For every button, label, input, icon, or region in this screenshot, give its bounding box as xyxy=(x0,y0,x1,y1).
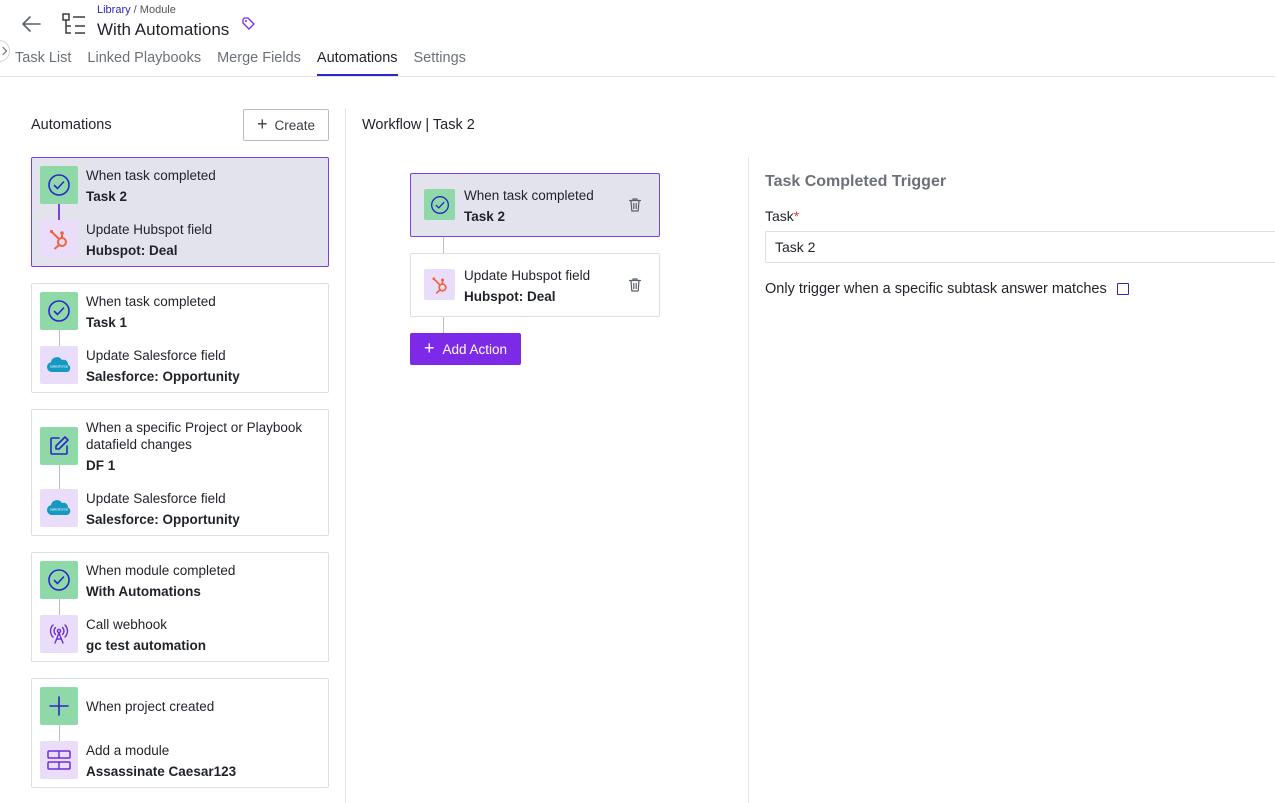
automation-card[interactable]: When task completed Task 2 Update Hubspo… xyxy=(31,157,329,267)
create-automation-button[interactable]: + Create xyxy=(243,109,329,141)
trigger-text: When task completed Task 1 xyxy=(86,293,320,331)
trigger-text: When module completed With Automations xyxy=(86,562,320,600)
trigger-title: When a specific Project or Playbook data… xyxy=(86,420,303,452)
check-circle-icon xyxy=(40,292,78,330)
action-title: Add a module xyxy=(86,743,170,758)
automation-card[interactable]: When a specific Project or Playbook data… xyxy=(31,409,329,536)
action-text: Call webhook gc test automation xyxy=(86,616,320,654)
trigger-title: When project created xyxy=(86,699,215,714)
trigger-title: When task completed xyxy=(86,294,216,309)
workflow-trigger-title: When task completed xyxy=(464,188,594,203)
workflow-action-text: Update Hubspot field Hubspot: Deal xyxy=(464,267,623,305)
workflow-action-title: Update Hubspot field xyxy=(464,268,591,283)
tab-linked-playbooks[interactable]: Linked Playbooks xyxy=(87,50,201,76)
svg-text:salesforce: salesforce xyxy=(50,364,69,369)
action-text: Add a module Assassinate Caesar123 xyxy=(86,742,320,780)
workflow-action-node[interactable]: Update Hubspot field Hubspot: Deal xyxy=(410,253,660,317)
back-arrow-icon[interactable] xyxy=(20,12,44,36)
hubspot-icon xyxy=(40,220,78,258)
tab-bar: Task List Linked Playbooks Merge Fields … xyxy=(15,50,482,76)
workflow-connector xyxy=(443,237,444,254)
trigger-text: When project created xyxy=(86,698,320,715)
action-title: Update Salesforce field xyxy=(86,348,226,363)
module-tree-icon xyxy=(60,11,88,37)
subtask-match-label: Only trigger when a specific subtask ans… xyxy=(765,281,1107,297)
edit-icon xyxy=(40,427,78,465)
tab-automations[interactable]: Automations xyxy=(316,50,398,76)
tag-icon[interactable] xyxy=(241,16,256,31)
action-text: Update Salesforce field Salesforce: Oppo… xyxy=(86,490,320,528)
breadcrumb-module: / Module xyxy=(130,4,176,16)
workflow-action-subtitle: Hubspot: Deal xyxy=(464,289,556,304)
add-action-label: Add Action xyxy=(442,341,508,357)
required-mark: * xyxy=(793,208,800,224)
action-subtitle: Salesforce: Opportunity xyxy=(86,512,240,527)
salesforce-icon: salesforce xyxy=(40,346,78,384)
action-text: Update Salesforce field Salesforce: Oppo… xyxy=(86,347,320,385)
add-action-button[interactable]: + Add Action xyxy=(410,333,521,365)
task-select-field[interactable]: Task 2 xyxy=(765,231,1275,263)
trash-icon[interactable] xyxy=(628,277,642,293)
tab-task-list[interactable]: Task List xyxy=(15,50,71,76)
task-label-text: Task xyxy=(765,208,794,224)
svg-text:salesforce: salesforce xyxy=(50,507,69,512)
action-title: Call webhook xyxy=(86,617,168,632)
task-field-label: Task* xyxy=(765,208,799,224)
card-connector xyxy=(59,330,60,346)
trash-icon[interactable] xyxy=(628,197,642,213)
workflow-connector xyxy=(443,317,444,333)
create-button-label: Create xyxy=(274,117,316,133)
workflow-divider xyxy=(748,157,749,803)
tab-settings[interactable]: Settings xyxy=(414,50,466,76)
workflow-trigger-node[interactable]: When task completed Task 2 xyxy=(410,173,660,237)
check-circle-icon xyxy=(40,166,78,204)
plus-icon xyxy=(40,687,78,725)
automations-panel-title: Automations xyxy=(31,117,112,133)
trigger-subtitle: Task 2 xyxy=(86,189,128,204)
action-subtitle: Hubspot: Deal xyxy=(86,243,178,258)
trigger-subtitle: DF 1 xyxy=(86,458,116,473)
trigger-title: When module completed xyxy=(86,563,236,578)
action-subtitle: Assassinate Caesar123 xyxy=(86,764,237,779)
workflow-trigger-text: When task completed Task 2 xyxy=(464,187,623,225)
automation-card[interactable]: When module completed With Automations C… xyxy=(31,552,329,662)
breadcrumb: Library / Module xyxy=(97,4,176,16)
plus-icon: + xyxy=(256,114,268,134)
trigger-text: When task completed Task 2 xyxy=(86,167,320,205)
sidebar-toggle-handle[interactable] xyxy=(0,40,10,62)
check-circle-icon xyxy=(40,561,78,599)
trigger-form-title: Task Completed Trigger xyxy=(765,173,947,190)
trigger-title: When task completed xyxy=(86,168,216,183)
trigger-text: When a specific Project or Playbook data… xyxy=(86,419,320,474)
card-connector xyxy=(59,725,60,741)
action-subtitle: gc test automation xyxy=(86,638,207,653)
subtask-match-checkbox[interactable] xyxy=(1117,283,1129,295)
automation-card[interactable]: When task completed Task 1 salesforce Up… xyxy=(31,283,329,393)
page-title: With Automations xyxy=(97,20,230,39)
card-connector xyxy=(58,204,60,220)
card-connector xyxy=(59,599,60,615)
plus-icon: + xyxy=(423,338,435,358)
trigger-subtitle: With Automations xyxy=(86,584,201,599)
webhook-antenna-icon xyxy=(40,615,78,653)
action-subtitle: Salesforce: Opportunity xyxy=(86,369,240,384)
action-text: Update Hubspot field Hubspot: Deal xyxy=(86,221,320,259)
automation-card[interactable]: When project created Add a module Assass… xyxy=(31,678,329,788)
card-connector xyxy=(59,465,60,489)
trigger-subtitle: Task 1 xyxy=(86,315,128,330)
header-divider xyxy=(0,76,1275,77)
check-circle-icon xyxy=(424,189,455,220)
action-title: Update Salesforce field xyxy=(86,491,226,506)
module-layout-icon xyxy=(40,741,78,779)
workflow-trigger-subtitle: Task 2 xyxy=(464,209,506,224)
action-title: Update Hubspot field xyxy=(86,222,213,237)
panel-divider xyxy=(345,108,346,803)
tab-merge-fields[interactable]: Merge Fields xyxy=(217,50,301,76)
hubspot-icon xyxy=(424,269,455,300)
breadcrumb-library-link[interactable]: Library xyxy=(97,4,131,16)
workflow-title: Workflow | Task 2 xyxy=(362,117,475,133)
salesforce-icon: salesforce xyxy=(40,489,78,527)
